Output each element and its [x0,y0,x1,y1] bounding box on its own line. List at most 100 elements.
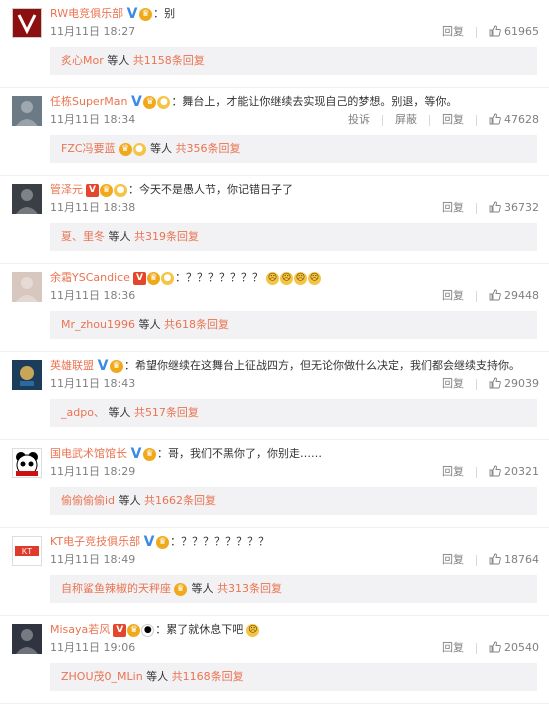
reply-username-link[interactable]: ZHOU茂0_MLin [61,670,143,683]
fan-badge-icon: ♛ [143,95,157,109]
reply-count-prefix: 共 [175,142,187,155]
verified-v-icon: V [143,534,156,550]
gold-medal-icon: ● [160,271,174,285]
reply-count: 356 [186,142,208,155]
avatar[interactable] [12,360,42,390]
reply-count-link[interactable]: 共1168条回复 [172,670,244,683]
username-link[interactable]: KT电子竞技俱乐部 [50,535,140,548]
user-badges: V ♛ [97,358,124,374]
user-badges: V ♛ ● [86,182,128,198]
comment-actions: 回复 61965 [442,24,539,40]
avatar[interactable] [12,272,42,302]
like-button[interactable]: 29039 [489,377,539,390]
avatar[interactable] [12,184,42,214]
reply-username-link[interactable]: FZC冯要蓝 [61,142,116,155]
reply-button[interactable]: 回复 [442,201,464,214]
reply-summary[interactable]: Mr_zhou1996 等人 共618条回复 [50,311,537,339]
fan-badge-icon: ♛ [110,359,123,373]
reply-button[interactable]: 回复 [442,553,464,566]
like-button[interactable]: 20540 [489,641,539,654]
reply-username-link[interactable]: 自称鲨鱼辣椒的天秤座 [61,582,171,595]
timestamp: 11月11日 18:36 [50,289,136,302]
thumbs-up-icon [489,113,501,130]
comment-item: 任栋SuperMan V ♛ ● ：舞台上，才能让你继续去实现自己的梦想。别退，等你。 1… [0,88,549,176]
username-link[interactable]: RW电竞俱乐部 [50,7,123,20]
like-button[interactable]: 36732 [489,201,539,214]
username-link[interactable]: 管泽元 [50,183,83,196]
user-badges: V ♛ [130,446,157,462]
reply-summary[interactable]: 偷偷偷偷id 等人 共1662条回复 [50,487,537,515]
reply-summary[interactable]: 炙心Mor 等人 共1158条回复 [50,47,537,75]
username-link[interactable]: 国电武术馆馆长 [50,447,127,460]
reply-summary[interactable]: 夏、里冬 等人 共319条回复 [50,223,537,251]
reply-button[interactable]: 回复 [442,465,464,478]
emoji-group: ☹ [246,622,260,638]
reply-summary[interactable]: FZC冯要蓝 ♛ ● 等人 共356条回复 [50,135,537,163]
reply-count-link[interactable]: 共618条回复 [164,318,229,331]
comment-meta: 11月11日 18:43 回复 29039 [50,376,539,392]
reply-etc-label: 等人 [150,142,173,155]
reply-count-link[interactable]: 共517条回复 [134,406,199,419]
divider [476,202,477,214]
like-count: 20321 [504,465,539,478]
timestamp: 11月11日 18:38 [50,201,136,214]
reply-count-link[interactable]: 共313条回复 [217,582,282,595]
reply-summary[interactable]: _adpo、 等人 共517条回复 [50,399,537,427]
reply-button[interactable]: 回复 [442,25,464,38]
reply-button[interactable]: 回复 [442,289,464,302]
reply-summary[interactable]: ZHOU茂0_MLin 等人 共1168条回复 [50,663,537,691]
reply-button[interactable]: 回复 [442,377,464,390]
reply-count-link[interactable]: 共356条回复 [176,142,241,155]
divider [476,554,477,566]
user-badges: V ♛ [143,534,170,550]
avatar[interactable] [12,96,42,126]
avatar[interactable]: KT [12,536,42,566]
reply-summary[interactable]: 自称鲨鱼辣椒的天秤座 ♛ 等人 共313条回复 [50,575,537,603]
reply-username-link[interactable]: 偷偷偷偷id [61,494,115,507]
vip-v-icon: V [113,623,127,637]
reply-button[interactable]: 回复 [442,113,464,126]
like-button[interactable]: 47628 [489,113,539,126]
username-link[interactable]: 英雄联盟 [50,359,94,372]
avatar[interactable] [12,8,42,38]
reply-count-link[interactable]: 共1662条回复 [144,494,216,507]
user-badges: V ♛ ● [132,270,175,286]
crying-emoji-icon: ☹ [307,271,321,285]
thumbs-up-icon [489,25,501,42]
reply-username-link[interactable]: 炙心Mor [61,54,104,67]
reply-username-link[interactable]: _adpo、 [61,406,105,419]
report-button[interactable]: 投诉 [348,113,370,126]
like-button[interactable]: 29448 [489,289,539,302]
username-link[interactable]: 余霜YSCandice [50,271,130,284]
reply-button[interactable]: 回复 [442,641,464,654]
like-button[interactable]: 18764 [489,553,539,566]
fan-badge-icon: ♛ [143,447,156,461]
like-button[interactable]: 20321 [489,465,539,478]
avatar[interactable] [12,624,42,654]
fan-badge-icon: ♛ [127,623,141,637]
like-button[interactable]: 61965 [489,25,539,38]
comment-meta: 11月11日 18:29 回复 20321 [50,464,539,480]
reply-count-prefix: 共 [134,230,145,243]
timestamp: 11月11日 18:34 [50,113,136,126]
reply-user-badges: ♛ ● [118,135,147,163]
reply-etc-label: 等人 [146,670,169,683]
username-link[interactable]: 任栋SuperMan [50,95,127,108]
timestamp: 11月11日 19:06 [50,641,136,654]
block-button[interactable]: 屏蔽 [395,113,417,126]
reply-count-prefix: 共 [144,494,156,507]
reply-count-link[interactable]: 共319条回复 [134,230,199,243]
avatar[interactable] [12,448,42,478]
username-link[interactable]: Misaya若风 [50,623,110,636]
divider [476,290,477,302]
reply-count-prefix: 共 [171,670,183,683]
reply-etc-label: 等人 [118,494,141,507]
reply-count-prefix: 共 [133,406,145,419]
comment-item: Misaya若风 V ♛ ● ：累了就休息下吧 ☹ 11月11日 19:06 回复 20540 Z… [0,616,549,704]
comment-meta: 11月11日 18:27 回复 61965 [50,24,539,40]
comment-actions: 回复 29039 [442,376,539,392]
reply-count-link[interactable]: 共1158条回复 [133,54,205,67]
reply-username-link[interactable]: Mr_zhou1996 [61,318,135,331]
reply-count-prefix: 共 [217,582,228,595]
reply-username-link[interactable]: 夏、里冬 [61,230,105,243]
